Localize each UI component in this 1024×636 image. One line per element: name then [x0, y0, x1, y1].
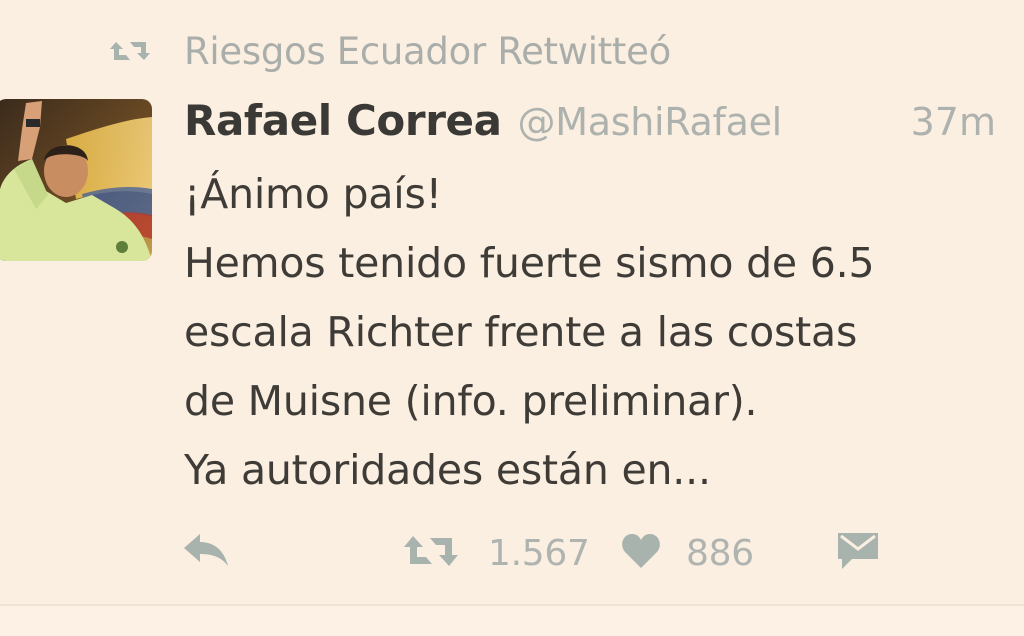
tweet-text-line: Hemos tenido fuerte sismo de 6.5 [184, 239, 875, 287]
author-display-name[interactable]: Rafael Correa [184, 96, 502, 145]
tweet-text: ¡Ánimo país! Hemos tenido fuerte sismo d… [184, 160, 1004, 505]
tweet-text-line: Ya autoridades están en... [184, 446, 711, 494]
avatar[interactable] [0, 99, 152, 261]
reply-icon [184, 534, 228, 572]
tweet-text-line: escala Richter frente a las costas [184, 308, 858, 356]
envelope-icon [838, 533, 878, 573]
retweet-button[interactable]: 1.567 [404, 528, 590, 578]
tweet-timestamp[interactable]: 37m [911, 100, 996, 144]
tweet-header: Rafael Correa @MashiRafael 37m [184, 96, 996, 152]
tweet-actions: 1.567 886 [0, 528, 1024, 578]
direct-message-button[interactable] [838, 528, 878, 578]
favorite-button[interactable]: 886 [622, 528, 754, 578]
retweet-count: 1.567 [488, 532, 590, 574]
tweet-text-line: ¡Ánimo país! [184, 170, 442, 218]
retweet-icon [110, 38, 150, 64]
favorite-count: 886 [686, 532, 754, 574]
retweet-icon [404, 534, 458, 572]
tweet-card[interactable]: Riesgos Ecuador Retwitteó Rafael Correa … [0, 0, 1024, 604]
retweet-context: Riesgos Ecuador Retwitteó [110, 28, 671, 74]
retweeted-by-label[interactable]: Riesgos Ecuador Retwitteó [184, 30, 671, 73]
reply-button[interactable] [184, 528, 228, 578]
heart-icon [622, 534, 660, 572]
next-tweet-edge [0, 606, 1024, 636]
tweet-text-line: de Muisne (info. preliminar). [184, 377, 758, 425]
author-handle[interactable]: @MashiRafael [518, 100, 783, 144]
